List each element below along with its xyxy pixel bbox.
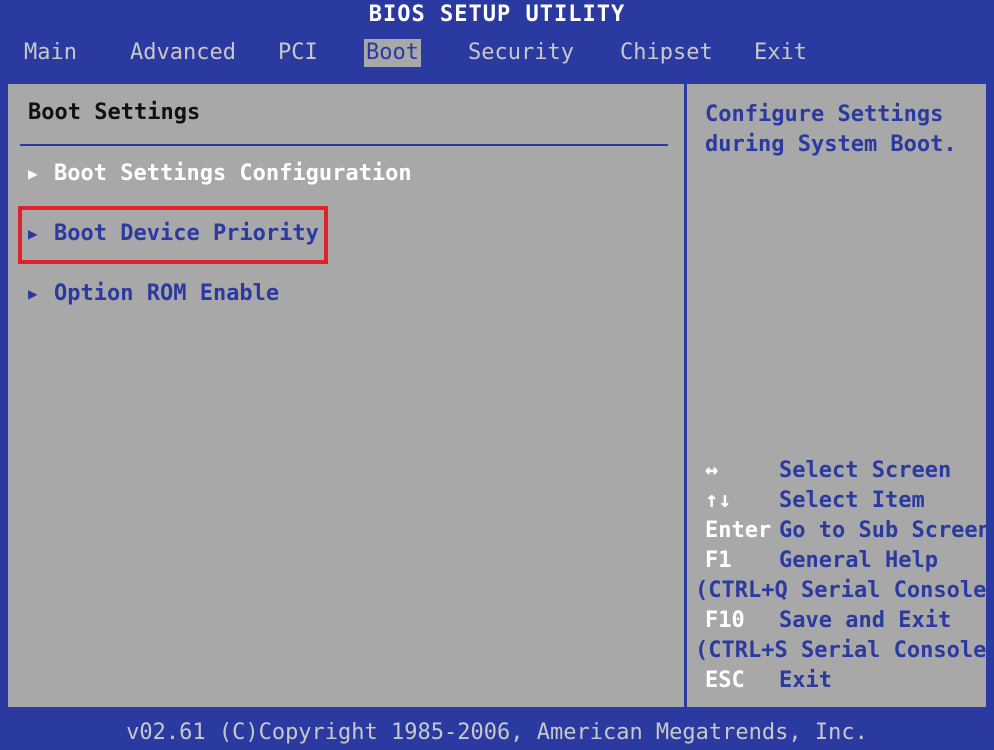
help-text: Configure Settings during System Boot.	[705, 102, 957, 157]
tab-pci[interactable]: PCI	[276, 33, 320, 73]
key-row: ↑↓ Select Item	[695, 486, 985, 516]
key-row: (CTRL+S Serial Console)	[695, 636, 994, 666]
key-description: Select Screen	[779, 458, 952, 483]
key-description: (CTRL+Q Serial Console)	[695, 578, 994, 603]
key-row: F1 General Help	[695, 546, 985, 576]
bios-title: BIOS SETUP UTILITY	[368, 2, 626, 27]
menu-entry-label: Boot Settings Configuration	[54, 161, 412, 186]
help-pane: Configure Settings during System Boot. ↔…	[687, 84, 994, 707]
menu-entry-boot-device-priority[interactable]: ▶ Boot Device Priority	[28, 216, 319, 252]
key-label: Enter	[705, 518, 772, 543]
key-row: ESC Exit	[695, 666, 985, 696]
key-row: Enter Go to Sub Screen	[695, 516, 991, 546]
menu-entry-option-rom-enable[interactable]: ▶ Option ROM Enable	[28, 276, 279, 312]
bios-screen: BIOS SETUP UTILITY Main Advanced PCI Boo…	[0, 0, 994, 750]
key-description: Exit	[779, 668, 832, 693]
key-label: F1	[705, 548, 732, 573]
key-description: Select Item	[779, 488, 925, 513]
menu-entry-label: Boot Device Priority	[54, 221, 319, 246]
menu-entry-boot-settings-configuration[interactable]: ▶ Boot Settings Configuration	[28, 156, 412, 192]
section-title: Boot Settings	[28, 100, 201, 125]
key-label: F10	[705, 608, 745, 633]
left-right-arrow-icon: ↔	[705, 458, 719, 483]
key-description: General Help	[779, 548, 938, 573]
tab-boot[interactable]: Boot	[364, 39, 421, 67]
settings-pane: Boot Settings ▶ Boot Settings Configurati…	[8, 84, 684, 707]
key-description: Save and Exit	[779, 608, 952, 633]
tab-security[interactable]: Security	[466, 33, 576, 73]
section-divider	[20, 144, 668, 146]
copyright-footer: v02.61 (C)Copyright 1985-2006, American …	[126, 720, 868, 745]
up-down-arrow-icon: ↑↓	[705, 488, 732, 513]
key-description: (CTRL+S Serial Console)	[695, 638, 994, 663]
submenu-arrow-icon: ▶	[28, 284, 38, 303]
key-row: ↔ Select Screen	[695, 456, 985, 486]
submenu-arrow-icon: ▶	[28, 224, 38, 243]
menu-entry-label: Option ROM Enable	[54, 281, 280, 306]
main-frame: Boot Settings ▶ Boot Settings Configurati…	[6, 82, 994, 709]
key-row: F10 Save and Exit	[695, 606, 985, 636]
key-row: (CTRL+Q Serial Console)	[695, 576, 994, 606]
key-description: Go to Sub Screen	[779, 518, 991, 543]
tab-chipset[interactable]: Chipset	[618, 33, 715, 73]
tab-advanced[interactable]: Advanced	[128, 33, 238, 73]
tab-exit[interactable]: Exit	[752, 33, 809, 73]
submenu-arrow-icon: ▶	[28, 164, 38, 183]
tab-main[interactable]: Main	[22, 33, 79, 73]
key-legend: ↔ Select Screen ↑↓ Select Item Enter Go …	[695, 456, 994, 696]
top-menu-bar: Main Advanced PCI Boot Security Chipset …	[0, 33, 994, 73]
key-label: ESC	[705, 668, 745, 693]
